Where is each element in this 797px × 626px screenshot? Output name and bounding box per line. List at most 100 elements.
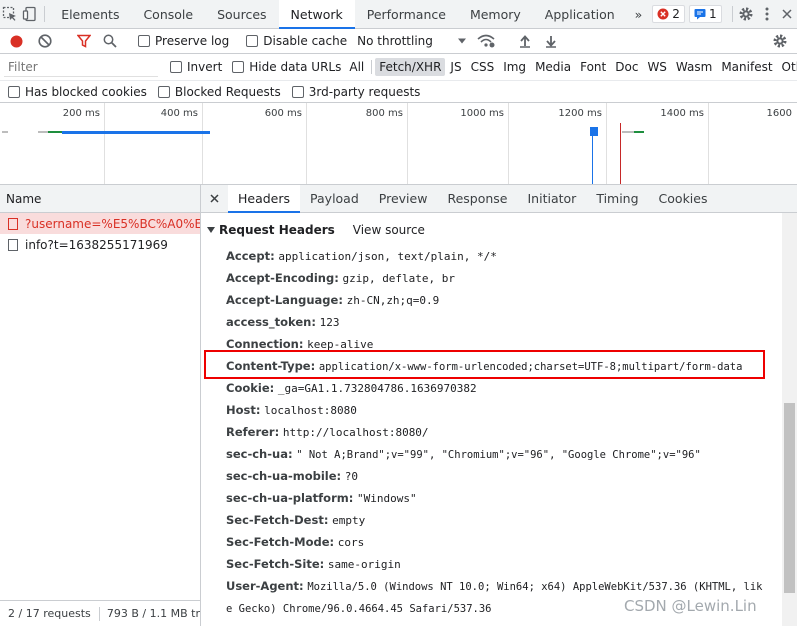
preserve-log-label: Preserve log [155, 34, 230, 48]
header-row: Sec-Fetch-Site: same-origin [226, 557, 401, 571]
messages-badge[interactable]: 1 [688, 5, 722, 23]
tab-initiator[interactable]: Initiator [518, 185, 587, 212]
request-headers-section-header[interactable]: Request Headers View source [207, 223, 425, 237]
header-value: gzip, deflate, br [342, 272, 456, 285]
tab-response[interactable]: Response [437, 185, 517, 212]
tab-memory[interactable]: Memory [458, 0, 533, 28]
tab-application[interactable]: Application [533, 0, 627, 28]
header-key: Accept: [226, 249, 275, 263]
request-name: info?t=1638255171969 [25, 237, 168, 252]
third-party-checkbox[interactable]: 3rd-party requests [291, 85, 420, 99]
network-settings-gear-icon[interactable] [767, 33, 793, 49]
header-key: Sec-Fetch-Mode: [226, 535, 335, 549]
header-key: Referer: [226, 425, 280, 439]
request-row[interactable]: info?t=1638255171969 [0, 234, 200, 255]
header-row: User-Agent: Mozilla/5.0 (Windows NT 10.0… [226, 579, 762, 593]
header-row: Referer: http://localhost:8080/ [226, 425, 429, 439]
name-column-header[interactable]: Name [0, 185, 200, 213]
tick-label: 1000 ms [460, 108, 504, 119]
tab-cookies[interactable]: Cookies [649, 185, 718, 212]
header-row: sec-ch-ua-mobile: ?0 [226, 469, 358, 483]
header-key: Cookie: [226, 381, 275, 395]
record-button[interactable] [0, 35, 32, 48]
invert-checkbox[interactable]: Invert [170, 60, 222, 74]
settings-gear-icon[interactable] [736, 0, 756, 28]
details-scrollbar[interactable] [782, 213, 797, 626]
type-ws[interactable]: WS [643, 58, 670, 76]
document-icon [8, 238, 18, 251]
view-source-link[interactable]: View source [353, 223, 425, 237]
type-font[interactable]: Font [576, 58, 610, 76]
header-value: http://localhost:8080/ [282, 426, 429, 439]
has-blocked-cookies-box[interactable] [8, 85, 20, 98]
type-fetch-xhr[interactable]: Fetch/XHR [375, 58, 446, 76]
throttling-select[interactable]: No throttling [357, 34, 467, 48]
hide-data-urls-checkbox[interactable]: Hide data URLs [232, 60, 341, 74]
filter-input[interactable] [4, 57, 158, 77]
tick-label: 400 ms [160, 108, 198, 119]
hide-data-urls-box[interactable] [232, 61, 245, 73]
type-css[interactable]: CSS [467, 58, 499, 76]
type-all[interactable]: All [345, 58, 368, 76]
import-har-icon[interactable] [512, 34, 538, 48]
tab-elements[interactable]: Elements [49, 0, 131, 28]
blocked-requests-checkbox[interactable]: Blocked Requests [157, 85, 281, 99]
tab-preview[interactable]: Preview [369, 185, 438, 212]
scrollbar-thumb[interactable] [784, 403, 795, 593]
type-js[interactable]: JS [446, 58, 465, 76]
header-key: User-Agent: [226, 579, 304, 593]
type-other[interactable]: Other [778, 58, 797, 76]
document-icon [8, 217, 18, 230]
search-icon [103, 34, 117, 48]
invert-box[interactable] [170, 61, 182, 73]
type-img[interactable]: Img [499, 58, 530, 76]
tick-label: 1600 [766, 108, 792, 119]
timeline-overview[interactable]: 200 ms 400 ms 600 ms 800 ms 1000 ms 1200… [0, 103, 797, 185]
header-key: Accept-Encoding: [226, 271, 339, 285]
type-manifest[interactable]: Manifest [717, 58, 776, 76]
clear-button[interactable] [32, 34, 58, 48]
third-party-box[interactable] [291, 85, 304, 98]
has-blocked-cookies-checkbox[interactable]: Has blocked cookies [8, 85, 147, 99]
search-button[interactable] [97, 34, 123, 48]
type-media[interactable]: Media [531, 58, 575, 76]
export-har-icon[interactable] [538, 34, 564, 48]
type-wasm[interactable]: Wasm [672, 58, 716, 76]
tick-label: 1400 ms [660, 108, 704, 119]
header-value: "Windows" [356, 492, 417, 505]
header-value: ?0 [344, 470, 359, 483]
device-toolbar-icon[interactable] [20, 0, 40, 28]
blocked-requests-box[interactable] [157, 85, 170, 98]
network-status-bar: 2 / 17 requests 793 B / 1.1 MB tr [0, 600, 200, 626]
errors-badge[interactable]: 2 [652, 5, 685, 23]
filter-toggle-button[interactable] [71, 34, 97, 48]
preserve-log-box[interactable] [138, 35, 150, 47]
section-title: Request Headers [219, 223, 335, 237]
type-doc[interactable]: Doc [611, 58, 642, 76]
request-row[interactable]: ?username=%E5%BC%A0%E4... [0, 213, 200, 234]
header-row: Accept-Language: zh-CN,zh;q=0.9 [226, 293, 439, 307]
close-details-button[interactable] [201, 185, 228, 212]
tab-network[interactable]: Network [278, 0, 355, 29]
disable-cache-box[interactable] [246, 35, 259, 47]
network-conditions-icon[interactable] [473, 34, 499, 48]
tab-timing[interactable]: Timing [586, 185, 648, 212]
tab-payload[interactable]: Payload [300, 185, 369, 212]
close-devtools-icon[interactable] [777, 0, 797, 28]
disable-cache-checkbox[interactable]: Disable cache [246, 34, 347, 48]
tab-console[interactable]: Console [131, 0, 205, 28]
inspect-element-icon[interactable] [0, 0, 20, 28]
preserve-log-checkbox[interactable]: Preserve log [138, 34, 229, 48]
tab-performance[interactable]: Performance [355, 0, 458, 28]
tab-headers[interactable]: Headers [228, 185, 301, 213]
header-row: Accept: application/json, text/plain, */… [226, 249, 497, 263]
header-row: Sec-Fetch-Mode: cors [226, 535, 364, 549]
error-count: 2 [672, 7, 680, 21]
filter-bar-secondary: Has blocked cookies Blocked Requests 3rd… [0, 81, 797, 103]
header-value: empty [332, 514, 366, 527]
more-tabs-button[interactable]: » [627, 0, 651, 28]
header-key: Sec-Fetch-Dest: [226, 513, 329, 527]
more-options-icon[interactable] [757, 0, 777, 28]
header-row: Connection: keep-alive [226, 337, 373, 351]
tab-sources[interactable]: Sources [205, 0, 278, 28]
